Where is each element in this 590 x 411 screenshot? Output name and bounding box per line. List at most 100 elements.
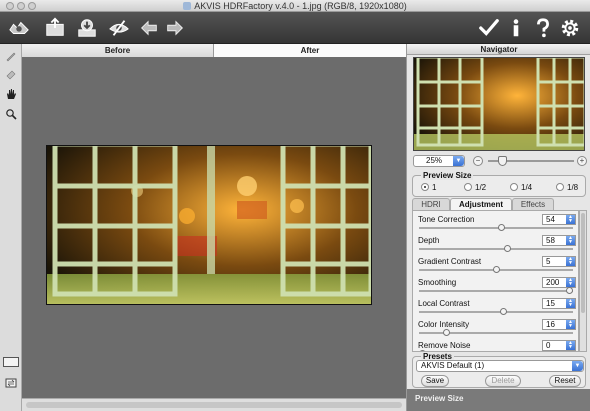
zoom-icon[interactable] — [3, 106, 19, 122]
zoom-select[interactable]: 25% ▼ — [413, 155, 465, 167]
horizontal-scrollbar[interactable] — [22, 398, 406, 411]
single-view-icon[interactable] — [3, 357, 19, 367]
stepper-icon[interactable]: ▲ ▼ — [566, 257, 575, 266]
navigator-thumbnail[interactable] — [413, 57, 585, 151]
hdrfactory-logo-icon[interactable] — [6, 15, 32, 41]
param-value-field[interactable]: 15 ▲ ▼ — [542, 298, 576, 309]
param-value: 16 — [546, 320, 555, 329]
param-label: Color Intensity — [418, 320, 470, 329]
info-icon[interactable] — [503, 15, 529, 41]
title-bar: AKVIS HDRFactory v.4.0 - 1.jpg (RGB/8, 1… — [0, 0, 590, 12]
zoom-slider-knob[interactable] — [498, 156, 507, 166]
param-row: Smoothing 200 ▲ ▼ — [413, 276, 578, 297]
tab-after[interactable]: After — [214, 44, 406, 57]
params-scroll-thumb[interactable] — [581, 213, 585, 313]
preview-size-option-half[interactable]: 1/2 — [464, 183, 486, 192]
document-icon — [183, 2, 192, 10]
view-tabs: Before After — [22, 44, 406, 57]
settings-gear-icon[interactable] — [557, 15, 583, 41]
brush-icon[interactable] — [3, 48, 19, 64]
stepper-icon[interactable]: ▲ ▼ — [566, 236, 575, 245]
preview-size-option-eighth[interactable]: 1/8 — [556, 183, 578, 192]
stepper-icon[interactable]: ▲ ▼ — [566, 320, 575, 329]
param-value-field[interactable]: 0 ▲ ▼ — [542, 340, 576, 351]
stepper-icon[interactable]: ▲ ▼ — [566, 341, 575, 350]
param-value: 0 — [546, 341, 551, 350]
tab-hdri[interactable]: HDRI — [412, 198, 450, 210]
zoom-in-button[interactable]: + — [577, 156, 587, 166]
param-value-field[interactable]: 16 ▲ ▼ — [542, 319, 576, 330]
param-value: 58 — [546, 236, 555, 245]
delete-preset-button[interactable]: Delete — [485, 375, 521, 387]
save-image-icon[interactable] — [74, 15, 100, 41]
eraser-icon[interactable] — [3, 66, 19, 82]
param-slider-track[interactable] — [419, 227, 573, 229]
stepper-icon[interactable]: ▲ ▼ — [566, 299, 575, 308]
tab-effects[interactable]: Effects — [512, 198, 554, 210]
param-value: 5 — [546, 257, 551, 266]
param-label: Gradient Contrast — [418, 257, 482, 266]
hdr-result-image[interactable] — [46, 145, 372, 305]
param-row: Local Contrast 15 ▲ ▼ — [413, 297, 578, 318]
stepper-icon[interactable]: ▲ ▼ — [566, 278, 575, 287]
param-row: Color Intensity 16 ▲ ▼ — [413, 318, 578, 339]
scroll-thumb[interactable] — [26, 402, 402, 408]
param-value-field[interactable]: 58 ▲ ▼ — [542, 235, 576, 246]
param-label: Local Contrast — [418, 299, 470, 308]
preview-size-title: Preview Size — [421, 171, 474, 180]
undo-arrow-icon[interactable] — [136, 15, 162, 41]
swap-view-icon[interactable] — [3, 375, 19, 391]
settings-tabs: HDRI Adjustment Effects — [412, 198, 586, 210]
apply-check-icon[interactable] — [476, 15, 502, 41]
radio-icon — [464, 183, 472, 191]
preview-size-option-1[interactable]: 1 — [421, 183, 436, 192]
open-image-icon[interactable] — [42, 15, 68, 41]
param-slider-knob[interactable] — [498, 224, 506, 231]
presets-group: Presets AKVIS Default (1) ▼ Save Delete R… — [412, 352, 586, 388]
param-slider-track[interactable] — [419, 248, 573, 250]
param-row: Remove Noise 0 ▲ ▼ — [413, 339, 578, 351]
image-canvas[interactable] — [22, 57, 406, 398]
param-slider-knob[interactable] — [442, 329, 450, 336]
param-value-field[interactable]: 5 ▲ ▼ — [542, 256, 576, 267]
param-slider-track[interactable] — [419, 311, 573, 313]
zoom-dropdown-icon[interactable]: ▼ — [453, 156, 464, 166]
preset-selected: AKVIS Default (1) — [421, 361, 485, 370]
preset-dropdown-icon[interactable]: ▼ — [572, 361, 583, 371]
radio-icon — [556, 183, 564, 191]
redo-arrow-icon[interactable] — [162, 15, 188, 41]
help-icon[interactable] — [530, 15, 556, 41]
stepper-icon[interactable]: ▲ ▼ — [566, 215, 575, 224]
param-value-field[interactable]: 54 ▲ ▼ — [542, 214, 576, 225]
param-slider-knob[interactable] — [504, 245, 512, 252]
param-slider-knob[interactable] — [492, 266, 500, 273]
zoom-out-button[interactable]: − — [473, 156, 483, 166]
params-scrollbar[interactable] — [579, 210, 587, 352]
param-label: Remove Noise — [418, 341, 471, 350]
param-row: Gradient Contrast 5 ▲ ▼ — [413, 255, 578, 276]
param-row: Tone Correction 54 ▲ ▼ — [413, 213, 578, 234]
help-panel-title: Preview Size — [407, 389, 590, 411]
preset-select[interactable]: AKVIS Default (1) ▼ — [416, 360, 584, 372]
save-preset-button[interactable]: Save — [421, 375, 449, 387]
reset-preset-button[interactable]: Reset — [549, 375, 581, 387]
navigator-title: Navigator — [407, 44, 590, 55]
preview-size-group: Preview Size 1 1/2 1/4 1/8 — [412, 171, 586, 197]
preview-size-option-quarter[interactable]: 1/4 — [510, 183, 532, 192]
main-toolbar — [0, 12, 590, 44]
settings-panel: Navigator 25% ▼ − + Preview Size 1 1/2 1/… — [406, 44, 590, 411]
tab-before[interactable]: Before — [22, 44, 214, 57]
tools-panel — [0, 44, 22, 411]
param-value: 15 — [546, 299, 555, 308]
param-label: Smoothing — [418, 278, 457, 287]
preview-eye-icon[interactable] — [106, 15, 132, 41]
param-slider-knob[interactable] — [566, 287, 573, 294]
adjustment-params: Tone Correction 54 ▲ ▼ Depth 58 ▲ ▼ Gradient Con… — [412, 210, 579, 352]
param-slider-knob[interactable] — [499, 308, 507, 315]
radio-selected-icon — [421, 183, 429, 191]
param-slider-track[interactable] — [419, 290, 573, 292]
param-label: Tone Correction — [418, 215, 475, 224]
radio-icon — [510, 183, 518, 191]
hand-icon[interactable] — [3, 86, 19, 102]
tab-adjustment[interactable]: Adjustment — [450, 198, 512, 210]
